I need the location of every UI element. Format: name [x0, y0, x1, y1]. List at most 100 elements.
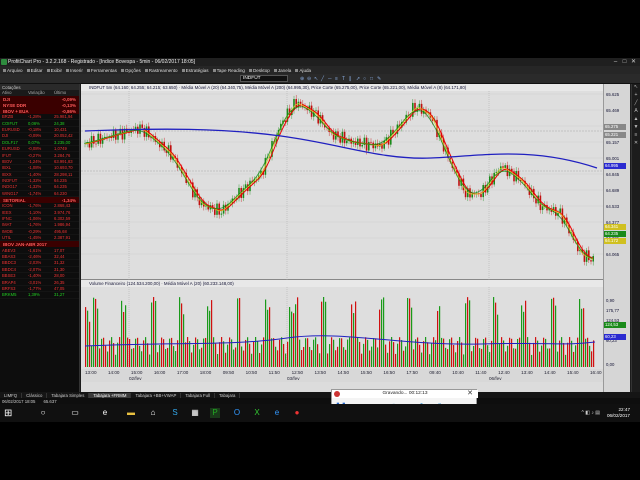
volume-bar — [475, 337, 477, 367]
system-tray[interactable]: ^ ◧ ♪ ▤ — [582, 410, 600, 416]
ie-icon[interactable]: e — [272, 408, 282, 418]
rectangle-icon[interactable]: □ — [370, 76, 375, 82]
tab-tabajara[interactable]: Tabajara — [215, 392, 241, 398]
zoom-out-icon[interactable]: ⊖ — [307, 76, 312, 82]
fibonacci-icon[interactable]: ≡ — [335, 76, 340, 82]
watchlist-row[interactable]: BRKM5 1,39% 31,27 — [0, 292, 79, 299]
line-tool-icon[interactable]: ╱ — [321, 76, 326, 82]
col-ultimo[interactable]: Último — [52, 90, 78, 96]
tab-tabajara-full[interactable]: Tabajara Full — [181, 392, 215, 398]
volume-bar — [115, 354, 117, 367]
search-icon[interactable]: ○ — [38, 408, 48, 418]
file-explorer-icon[interactable]: ▬ — [126, 408, 136, 418]
recorder-close-button[interactable]: ✕ — [467, 390, 473, 398]
tab-tabajara-bb-vwap[interactable]: Tabajara +BB+VWAP — [131, 392, 182, 398]
volume-bar — [141, 351, 143, 367]
volume-bar — [249, 343, 251, 367]
volume-bar — [351, 304, 353, 367]
symbol-input[interactable]: INDFUT — [240, 75, 288, 82]
volume-bar — [473, 345, 475, 367]
time-tick-label: 14:40 — [544, 370, 556, 375]
col-ativo[interactable]: Ativo — [0, 90, 26, 96]
volume-bar — [503, 340, 505, 367]
tab-tabajara-frmm[interactable]: Tabajara +FRMM — [89, 392, 132, 398]
pencil-icon[interactable]: ✎ — [377, 76, 382, 82]
volume-bar — [573, 351, 575, 367]
ruler-icon[interactable]: ≡ — [632, 132, 640, 140]
outlook-icon[interactable]: O — [232, 408, 242, 418]
group-name: IBOV JAN-ABR 2017 — [3, 241, 47, 247]
volume-bar — [241, 346, 243, 367]
store-icon[interactable]: ⌂ — [148, 408, 158, 418]
windows-start-icon[interactable]: ⊞ — [4, 408, 12, 419]
menu-estrategias[interactable]: Estratégias — [182, 68, 209, 73]
edge-icon[interactable]: e — [100, 408, 110, 418]
chart-area[interactable]: INDFUT 5m (64.160; 64.255; 64.215; 63.65… — [81, 84, 603, 392]
arrow-down-icon[interactable]: ▼ — [632, 124, 640, 132]
volume-bar — [87, 310, 89, 367]
channel-icon[interactable]: ∥ — [349, 76, 354, 82]
excel-icon[interactable]: X — [252, 408, 262, 418]
menu-opcoes[interactable]: Opções — [121, 68, 141, 73]
right-toolbar: ↖ + ╱ A ▲ ▼ ≡ ✕ — [631, 84, 640, 392]
profit-taskbar-icon[interactable]: P — [210, 408, 220, 418]
volume-bar — [257, 341, 259, 367]
cursor-icon[interactable]: ↖ — [632, 84, 640, 92]
text-tool-icon[interactable]: T — [342, 76, 347, 82]
crosshair-icon[interactable]: + — [632, 92, 640, 100]
menu-ajuda[interactable]: Ajuda — [295, 68, 311, 73]
volume-bar — [495, 302, 497, 367]
volume-bar — [283, 343, 285, 367]
cursor-icon[interactable]: ↖ — [314, 76, 319, 82]
time-tick-label: 12:50 — [291, 370, 304, 375]
volume-bar — [271, 338, 273, 367]
maximize-button[interactable]: □ — [620, 58, 629, 66]
volume-bar — [145, 337, 147, 367]
group-name: IBOV + EUA — [3, 108, 29, 114]
row-change: -1,77% — [28, 285, 42, 291]
menu-ferramentas[interactable]: Ferramentas — [87, 68, 117, 73]
menu-arquivo[interactable]: Arquivo — [3, 68, 23, 73]
row-change: -1,76% — [28, 222, 42, 228]
hline-tool-icon[interactable]: ─ — [328, 76, 333, 82]
text-icon[interactable]: A — [632, 108, 640, 116]
col-variacao[interactable]: Variação — [26, 90, 52, 96]
tab-classico[interactable]: Clássico — [22, 392, 48, 398]
app-icon-5[interactable]: ▦ — [190, 408, 200, 418]
task-view-icon[interactable]: ▭ — [70, 408, 80, 418]
tab-tabajara-simples[interactable]: Tabajara Simples — [47, 392, 90, 398]
ellipse-icon[interactable]: ○ — [363, 76, 368, 82]
menu-editar[interactable]: Editar — [27, 68, 43, 73]
menu-tape-reading[interactable]: Tape Reading — [213, 68, 245, 73]
volume-bar — [571, 340, 573, 367]
menu-exibir[interactable]: Exibir — [47, 68, 63, 73]
menu-desktop[interactable]: Desktop — [249, 68, 270, 73]
volume-bar — [483, 339, 485, 367]
menu-janela[interactable]: Janela — [274, 68, 292, 73]
volume-bar — [107, 351, 109, 367]
trash-icon[interactable]: ✕ — [632, 140, 640, 148]
app-icon-10[interactable]: ● — [292, 408, 302, 418]
candle-body — [295, 99, 297, 108]
volume-bar — [579, 299, 581, 367]
menu-inserir[interactable]: Inserir — [66, 68, 83, 73]
volume-bar — [523, 311, 525, 367]
volume-bar — [251, 353, 253, 367]
row-price: 64.235 — [54, 184, 67, 190]
line-icon[interactable]: ╱ — [632, 100, 640, 108]
close-button[interactable]: ✕ — [629, 58, 638, 66]
volume-bar — [203, 338, 205, 367]
taskbar-clock[interactable]: 22:47 06/02/2017 — [607, 407, 630, 419]
zoom-in-icon[interactable]: ⊕ — [300, 76, 305, 82]
volume-bar — [489, 352, 491, 367]
arrow-icon[interactable]: ➚ — [356, 76, 361, 82]
tab-limfq[interactable]: LIMFQ — [0, 392, 23, 398]
time-axis: 13:00 14:00 15:00 16:00 17:00 18:00 09:50 10:50… — [81, 369, 603, 382]
volume-bar — [303, 347, 305, 367]
price-volume-chart[interactable] — [81, 84, 603, 369]
skype-icon[interactable]: S — [170, 408, 180, 418]
minimize-button[interactable]: – — [611, 58, 620, 66]
volume-bar — [533, 342, 535, 367]
menu-rastreamento[interactable]: Rastreamento — [145, 68, 178, 73]
arrow-up-icon[interactable]: ▲ — [632, 116, 640, 124]
